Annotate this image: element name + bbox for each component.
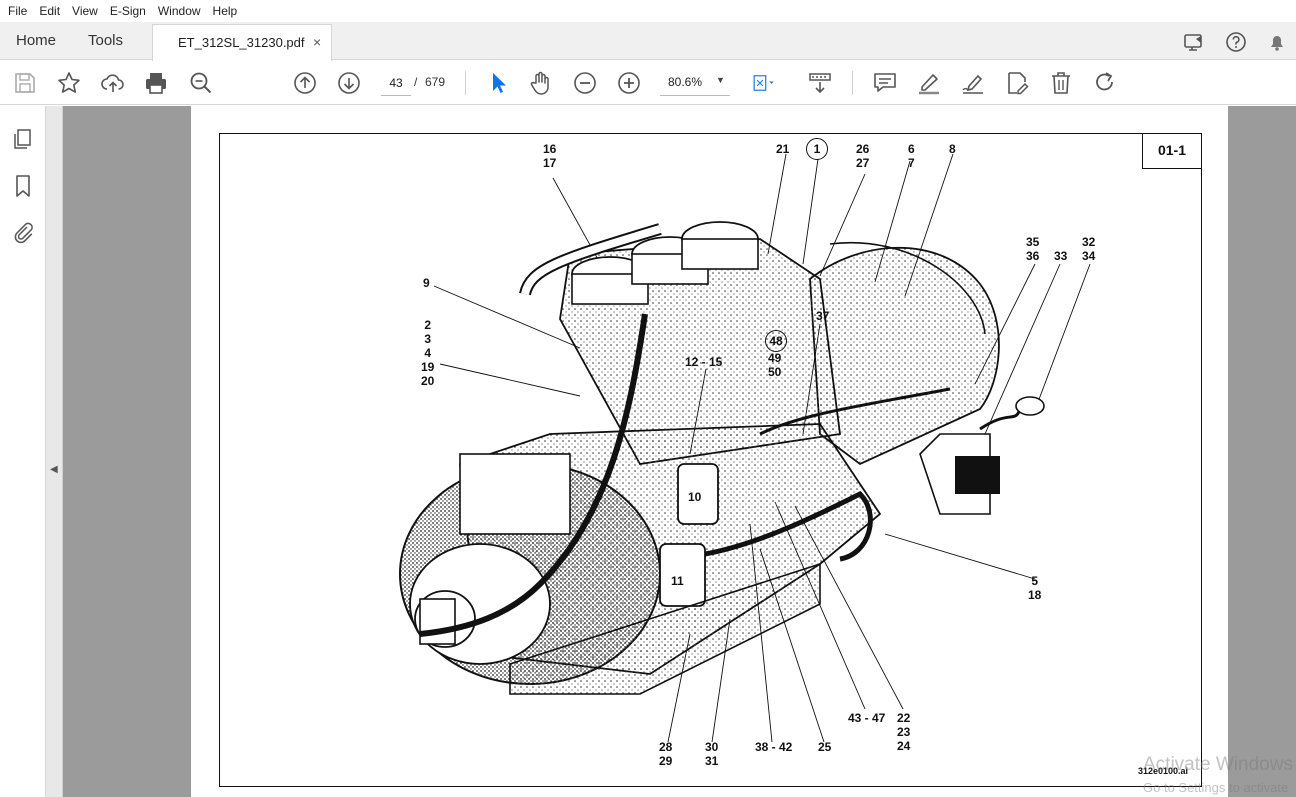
zoom-value: 80.6% bbox=[668, 75, 703, 89]
scroll-mode-icon[interactable] bbox=[807, 70, 833, 96]
menu-view[interactable]: View bbox=[68, 4, 102, 18]
callout-label: 10 bbox=[688, 490, 702, 504]
callout-label: 5 18 bbox=[1028, 574, 1042, 602]
menu-edit[interactable]: Edit bbox=[35, 4, 64, 18]
callout-label-circled: 48 bbox=[765, 330, 787, 352]
document-viewer[interactable]: 01-1 16 17 21 1 26 27 6 7 8 9 35 36 32 3… bbox=[63, 106, 1296, 797]
callout-label-circled: 1 bbox=[806, 138, 828, 160]
callout-label: 21 bbox=[776, 142, 790, 156]
highlight-pen-icon[interactable] bbox=[916, 70, 942, 96]
menu-window[interactable]: Window bbox=[154, 4, 205, 18]
page-number-input[interactable] bbox=[381, 70, 411, 96]
left-navigation-rail bbox=[0, 106, 46, 797]
callout-label: 30 31 bbox=[705, 740, 719, 768]
callout-label: 11 bbox=[671, 574, 684, 588]
zoom-in-icon[interactable] bbox=[616, 70, 642, 96]
share-screen-icon[interactable] bbox=[1183, 31, 1205, 53]
notification-bell-icon[interactable] bbox=[1266, 31, 1288, 53]
edit-document-icon[interactable] bbox=[1004, 70, 1030, 96]
drawing-frame: 01-1 16 17 21 1 26 27 6 7 8 9 35 36 32 3… bbox=[219, 133, 1202, 787]
menu-help[interactable]: Help bbox=[209, 4, 242, 18]
callout-label: 38 - 42 bbox=[755, 740, 793, 754]
callout-label: 2 3 4 19 20 bbox=[421, 318, 435, 388]
tab-tools[interactable]: Tools bbox=[88, 32, 123, 49]
activation-watermark-subtitle: Go to Settings to activate bbox=[1143, 780, 1289, 795]
callout-label: 8 bbox=[949, 142, 956, 156]
collapse-arrow-icon[interactable]: ◀ bbox=[50, 464, 58, 475]
bookmark-star-icon[interactable] bbox=[56, 70, 82, 96]
toolbar: / 679 80.6% ▼ bbox=[0, 61, 1296, 105]
redo-icon[interactable] bbox=[1092, 70, 1118, 96]
menu-file[interactable]: File bbox=[4, 4, 31, 18]
callout-label: 6 7 bbox=[908, 142, 915, 170]
callout-label: 43 - 47 bbox=[848, 711, 886, 725]
trash-icon[interactable] bbox=[1048, 70, 1074, 96]
callout-label: 49 50 bbox=[768, 351, 782, 379]
callout-label: 25 bbox=[818, 740, 832, 754]
callout-label: 35 36 bbox=[1026, 235, 1040, 263]
callout-label: 37 bbox=[816, 309, 830, 323]
toolbar-divider bbox=[852, 71, 853, 95]
hand-pan-icon[interactable] bbox=[528, 70, 554, 96]
page-thumbnails-icon[interactable] bbox=[11, 127, 35, 151]
engine-illustration bbox=[399, 153, 1091, 743]
page-separator: / bbox=[414, 75, 418, 89]
menu-esign[interactable]: E-Sign bbox=[106, 4, 150, 18]
zoom-search-icon[interactable] bbox=[188, 70, 214, 96]
activation-watermark-title: Activate Windows bbox=[1143, 754, 1293, 775]
print-icon[interactable] bbox=[143, 70, 169, 96]
callout-label: 16 17 bbox=[543, 142, 557, 170]
close-tab-icon[interactable]: × bbox=[313, 34, 321, 50]
tab-bar: Home Tools ET_312SL_31230.pdf × bbox=[0, 22, 1296, 61]
menu-bar: File Edit View E-Sign Window Help bbox=[0, 0, 1296, 22]
callout-label: 9 bbox=[423, 276, 430, 290]
total-pages: 679 bbox=[425, 75, 446, 89]
save-icon[interactable] bbox=[12, 70, 38, 96]
next-page-icon[interactable] bbox=[336, 70, 362, 96]
help-icon[interactable] bbox=[1225, 31, 1247, 53]
callout-label: 33 bbox=[1054, 249, 1068, 263]
callout-label: 26 27 bbox=[856, 142, 870, 170]
upload-cloud-icon[interactable] bbox=[100, 70, 126, 96]
tab-document[interactable]: ET_312SL_31230.pdf × bbox=[152, 24, 332, 61]
document-tab-title: ET_312SL_31230.pdf bbox=[178, 35, 305, 50]
previous-page-icon[interactable] bbox=[292, 70, 318, 96]
panel-collapse-strip[interactable]: ◀ bbox=[46, 106, 63, 797]
attachments-paperclip-icon[interactable] bbox=[11, 220, 35, 244]
toolbar-divider bbox=[465, 71, 466, 95]
callout-label: 28 29 bbox=[659, 740, 673, 768]
fit-page-icon[interactable] bbox=[752, 70, 788, 96]
zoom-select[interactable]: 80.6% ▼ bbox=[660, 70, 730, 96]
chevron-down-icon: ▼ bbox=[716, 75, 725, 85]
callout-label: 32 34 bbox=[1082, 235, 1096, 263]
callout-label: 22 23 24 bbox=[897, 711, 911, 753]
tab-home[interactable]: Home bbox=[16, 32, 56, 49]
select-cursor-icon[interactable] bbox=[485, 70, 511, 96]
sign-pen-icon[interactable] bbox=[960, 70, 986, 96]
callout-label: 12 - 15 bbox=[685, 355, 723, 369]
bookmarks-icon[interactable] bbox=[11, 174, 35, 198]
pdf-page: 01-1 16 17 21 1 26 27 6 7 8 9 35 36 32 3… bbox=[191, 106, 1228, 797]
zoom-out-icon[interactable] bbox=[572, 70, 598, 96]
comment-icon[interactable] bbox=[872, 70, 898, 96]
